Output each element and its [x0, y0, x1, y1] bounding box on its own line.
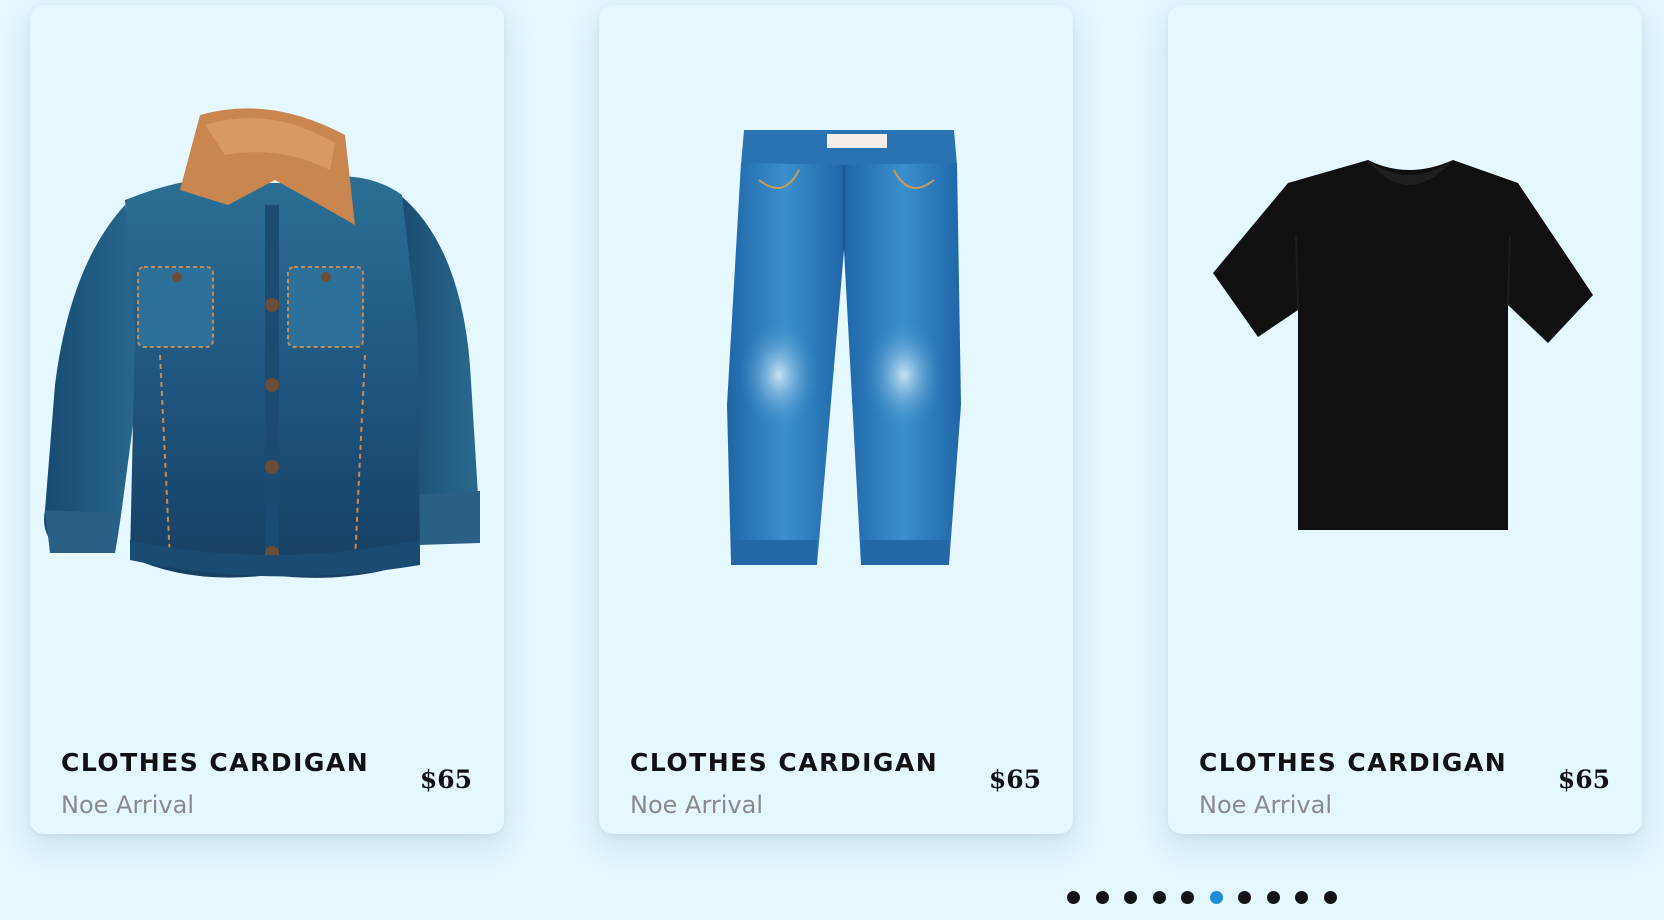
product-subtitle: Noe Arrival	[630, 791, 764, 819]
pagination-dot[interactable]	[1238, 890, 1251, 904]
product-title: CLOTHES CARDIGAN	[61, 748, 370, 777]
product-subtitle: Noe Arrival	[1199, 791, 1333, 819]
product-price: $65	[1557, 765, 1610, 794]
pagination-dot[interactable]	[1295, 890, 1308, 904]
pagination-dot[interactable]	[1152, 890, 1166, 904]
pagination-dot[interactable]	[1067, 890, 1080, 904]
black-tshirt-image	[1168, 5, 1642, 665]
product-carousel: CLOTHES CARDIGAN Noe Arrival $65 CLOTHES…	[0, 0, 1664, 920]
pagination-dot[interactable]	[1323, 890, 1337, 904]
carousel-pagination	[1067, 890, 1337, 904]
pagination-dot[interactable]	[1181, 890, 1194, 904]
pagination-dot[interactable]	[1266, 890, 1280, 904]
pagination-dot[interactable]	[1124, 890, 1137, 904]
product-price: $65	[419, 765, 472, 794]
denim-jacket-image	[30, 5, 504, 665]
product-title: CLOTHES CARDIGAN	[1199, 748, 1508, 777]
pagination-dot-active[interactable]	[1209, 890, 1223, 904]
product-title: CLOTHES CARDIGAN	[630, 748, 939, 777]
product-subtitle: Noe Arrival	[61, 791, 195, 819]
product-card-1[interactable]: CLOTHES CARDIGAN Noe Arrival $65	[30, 5, 504, 834]
product-price: $65	[988, 765, 1041, 794]
product-card-2[interactable]: CLOTHES CARDIGAN Noe Arrival $65	[599, 5, 1073, 834]
pagination-dot[interactable]	[1095, 890, 1109, 904]
product-card-3[interactable]: CLOTHES CARDIGAN Noe Arrival $65	[1168, 5, 1642, 834]
blue-jeans-image	[599, 5, 1073, 665]
